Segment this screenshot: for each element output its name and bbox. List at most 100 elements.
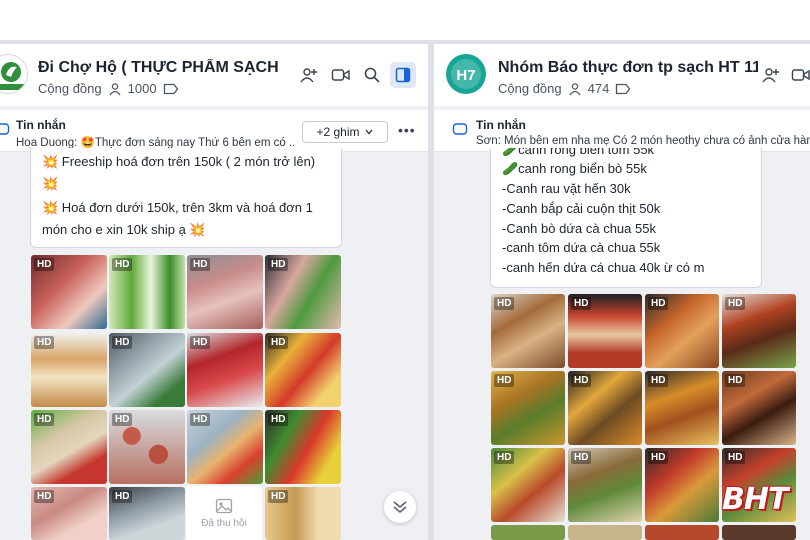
group-meta: Cộng đồng 474 [498, 81, 631, 96]
food-photo[interactable]: HD [265, 255, 341, 329]
food-photo[interactable]: HD [31, 255, 107, 329]
image-icon [215, 498, 233, 513]
group-avatar[interactable]: H7 [446, 54, 486, 94]
food-photo[interactable] [722, 525, 796, 540]
food-photo[interactable]: HD [645, 448, 719, 522]
tag-icon[interactable] [163, 83, 179, 95]
add-member-icon [762, 68, 779, 83]
food-photo[interactable]: HD [31, 487, 107, 540]
food-photo[interactable]: HD [568, 294, 642, 368]
video-call-button[interactable] [788, 62, 810, 88]
food-photo[interactable] [568, 525, 642, 540]
top-strip [0, 0, 810, 40]
message-line: 💥 [42, 176, 59, 191]
hd-badge: HD [34, 336, 55, 349]
member-count: 1000 [127, 81, 157, 96]
more-options-button[interactable]: ••• [398, 122, 416, 138]
food-photo[interactable]: HD [109, 255, 185, 329]
food-photo[interactable]: HD [645, 294, 719, 368]
food-photo[interactable]: HD [265, 333, 341, 407]
hd-badge: HD [34, 413, 55, 426]
message-line: -canh hến dứa cá chua 40k ừ có m [502, 260, 705, 275]
food-photo[interactable]: HD [187, 333, 263, 407]
hd-badge: HD [648, 451, 669, 464]
search-icon [364, 67, 380, 83]
message-icon [0, 123, 10, 135]
food-photo[interactable]: HD [722, 371, 796, 445]
add-member-icon [300, 68, 317, 83]
hd-badge: HD [190, 258, 211, 271]
hd-badge: HD [190, 413, 211, 426]
food-photo[interactable]: HD [187, 410, 263, 484]
people-icon [569, 82, 581, 95]
hd-badge: HD [268, 336, 289, 349]
hd-badge: HD [571, 297, 592, 310]
food-photo[interactable]: HD [109, 410, 185, 484]
group-logo [0, 62, 25, 90]
tag-icon[interactable] [615, 83, 631, 95]
food-photo[interactable]: HD [109, 487, 185, 540]
food-photo[interactable]: HD [31, 333, 107, 407]
food-photo[interactable] [645, 525, 719, 540]
group-meta: Cộng đồng 1000 [38, 81, 179, 96]
hd-badge: HD [648, 297, 669, 310]
food-photo[interactable]: HD [722, 294, 796, 368]
food-photo[interactable]: HD [265, 410, 341, 484]
chevron-down-icon [393, 501, 407, 514]
member-count: 474 [587, 81, 610, 96]
chevron-down-icon [364, 129, 373, 135]
pinned-message-bar[interactable]: Tin nhắn Sơn: Món bên em nha mẹ Có 2 món… [434, 110, 810, 152]
message-line: -Canh bắp cải cuộn thịt 50k [502, 201, 661, 216]
hd-badge: HD [268, 258, 289, 271]
hd-badge: HD [112, 258, 133, 271]
message-bubble: 🥒canh rong biển tôm 55k 🥒canh rong biển … [490, 148, 762, 288]
food-photo[interactable]: HD [491, 294, 565, 368]
message-line: 💥 Freeship hoá đơn trên 150k ( 2 món trở… [42, 154, 316, 169]
add-member-button[interactable] [758, 62, 784, 88]
message-line: -canh tôm dứa cà chua 55k [502, 240, 661, 255]
message-line: món cho e xin 10k ship ạ 💥 [42, 222, 206, 237]
hd-badge: HD [494, 297, 515, 310]
food-photo[interactable]: HD [109, 333, 185, 407]
people-icon [109, 82, 121, 95]
avatar-text: H7 [456, 67, 475, 84]
hd-badge: HD [112, 413, 133, 426]
group-avatar[interactable] [0, 54, 28, 94]
pin-count-button[interactable]: +2 ghim [302, 121, 388, 143]
hd-badge: HD [112, 490, 133, 503]
video-call-button[interactable] [328, 62, 354, 88]
scroll-to-bottom-button[interactable] [384, 491, 416, 523]
sidebar-toggle-button[interactable] [390, 62, 416, 88]
pinned-preview: Hoa Duong: 🤩Thực đơn sáng nay Thứ 6 bên … [16, 137, 294, 149]
message-line: -Canh bò dứa cà chua 55k [502, 221, 656, 236]
sidebar-toggle-icon [395, 67, 411, 83]
search-button[interactable] [359, 62, 385, 88]
right-chat-window: H7 Nhóm Báo thực đơn tp sạch HT 11 Cộng … [434, 44, 810, 540]
hd-badge: HD [34, 490, 55, 503]
community-label: Cộng đồng [498, 81, 562, 96]
food-photo[interactable]: HD [491, 448, 565, 522]
add-member-button[interactable] [296, 62, 322, 88]
food-photo[interactable]: HD [568, 448, 642, 522]
hd-badge: HD [571, 374, 592, 387]
message-line: -Canh rau vặt hến 30k [502, 181, 631, 196]
group-name[interactable]: Đi Chợ Hộ ( THỰC PHẨM SẠCH M [38, 59, 280, 77]
hd-badge: HD [494, 374, 515, 387]
food-photo[interactable]: HD [187, 255, 263, 329]
hd-badge: HD [494, 451, 515, 464]
pin-count-label: +2 ghim [316, 125, 360, 139]
food-photo[interactable]: HD [265, 487, 341, 540]
food-photo[interactable]: HD [491, 371, 565, 445]
pinned-message-bar[interactable]: Tin nhắn Hoa Duong: 🤩Thực đơn sáng nay T… [0, 110, 428, 152]
food-photo[interactable]: HD [568, 371, 642, 445]
pinned-title: Tin nhắn [16, 118, 66, 132]
pinned-preview: Sơn: Món bên em nha mẹ Có 2 món heothy c… [476, 135, 810, 147]
food-photo[interactable]: HD [31, 410, 107, 484]
food-photo[interactable]: HD [645, 371, 719, 445]
hd-badge: HD [268, 413, 289, 426]
message-icon [452, 123, 468, 135]
video-call-icon [791, 69, 810, 81]
group-name[interactable]: Nhóm Báo thực đơn tp sạch HT 11 [498, 59, 758, 77]
community-label: Cộng đồng [38, 81, 102, 96]
food-photo[interactable] [491, 525, 565, 540]
